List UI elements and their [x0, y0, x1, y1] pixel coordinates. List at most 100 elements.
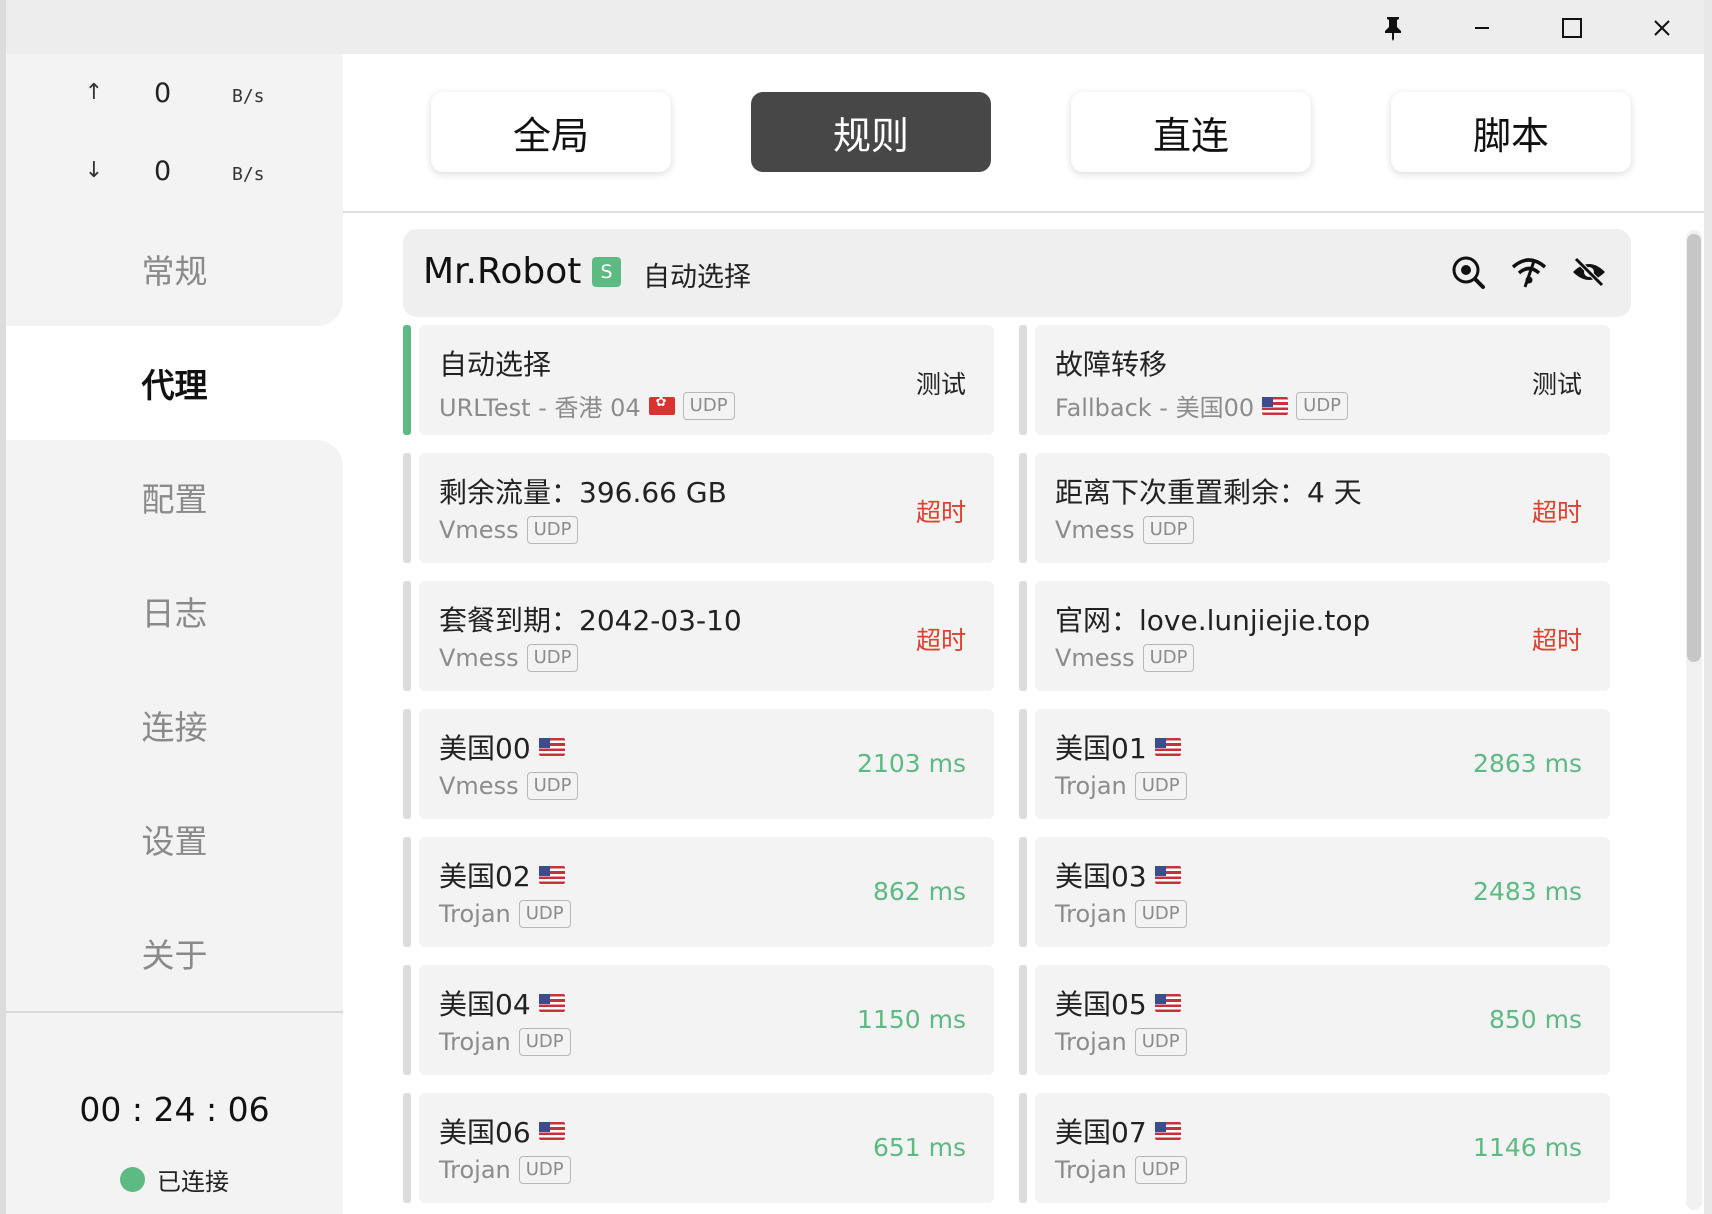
download-arrow-icon: ↓ — [84, 158, 104, 183]
close-icon[interactable] — [1640, 8, 1684, 48]
proxy-card[interactable]: 美国07 Trojan UDP 1146 ms — [1035, 1093, 1610, 1203]
sidebar-item-general[interactable]: 常规 — [6, 212, 343, 326]
group-type-badge: S — [592, 257, 621, 287]
us-flag-icon — [1154, 866, 1181, 884]
maximize-icon[interactable] — [1550, 8, 1594, 48]
proxy-card[interactable]: 官网：love.lunjiejie.top Vmess UDP 超时 — [1035, 581, 1610, 691]
sidebar: ↑ 0 B/s ↓ 0 B/s 常规 代理 配置 日志 连接 设置 关于 0 0 — [6, 54, 343, 1214]
proxy-name: 美国03 — [1055, 855, 1181, 895]
card-indicator — [1019, 453, 1027, 563]
udp-badge: UDP — [1134, 1156, 1187, 1184]
proxy-card[interactable]: 美国01 Trojan UDP 2863 ms — [1035, 709, 1610, 819]
card-indicator — [403, 837, 411, 947]
proxy-card[interactable]: 美国03 Trojan UDP 2483 ms — [1035, 837, 1610, 947]
proxy-meta: Trojan UDP — [1055, 1028, 1187, 1056]
scrollbar-thumb[interactable] — [1687, 234, 1701, 662]
proxy-meta: Trojan UDP — [439, 1028, 571, 1056]
proxy-card[interactable]: 套餐到期：2042-03-10 Vmess UDP 超时 — [419, 581, 994, 691]
sidebar-item-label: 关于 — [141, 936, 208, 975]
card-indicator — [403, 581, 411, 691]
download-unit: B/s — [232, 164, 265, 185]
group-name: Mr.Robot — [423, 251, 582, 292]
wifi-test-icon[interactable] — [1508, 251, 1550, 293]
download-value: 0 — [154, 156, 172, 187]
proxy-name: 美国07 — [1055, 1111, 1181, 1151]
app-window: ↑ 0 B/s ↓ 0 B/s 常规 代理 配置 日志 连接 设置 关于 0 0 — [6, 0, 1704, 1214]
card-indicator — [1019, 709, 1027, 819]
proxy-name-text: 官网：love.lunjiejie.top — [1055, 604, 1371, 637]
proxy-meta: Vmess UDP — [1055, 644, 1195, 672]
upload-speed: ↑ 0 B/s — [6, 74, 343, 114]
uptime-timer: 00 : 24 : 06 — [79, 1090, 270, 1129]
title-bar — [6, 0, 1704, 54]
sidebar-divider — [6, 1011, 343, 1013]
proxy-group-header[interactable]: Mr.Robot S 自动选择 — [403, 229, 1631, 317]
proxy-card[interactable]: 美国02 Trojan UDP 862 ms — [419, 837, 994, 947]
proxy-meta: Trojan UDP — [1055, 900, 1187, 928]
us-flag-icon — [1154, 1122, 1181, 1140]
proxy-type: Trojan — [1055, 1028, 1127, 1056]
test-delay-button[interactable]: 测试 — [916, 365, 966, 401]
proxy-name-text: 美国02 — [439, 860, 531, 893]
udp-badge: UDP — [1134, 900, 1187, 928]
status-dot-icon — [120, 1167, 145, 1192]
proxy-meta: Trojan UDP — [439, 1156, 571, 1184]
proxy-card[interactable]: 距离下次重置剩余：4 天 Vmess UDP 超时 — [1035, 453, 1610, 563]
mode-direct-button[interactable]: 直连 — [1071, 92, 1311, 172]
udp-badge: UDP — [526, 644, 579, 672]
sidebar-item-profiles[interactable]: 配置 — [6, 440, 343, 554]
proxy-meta: Vmess UDP — [439, 644, 579, 672]
card-indicator — [1019, 581, 1027, 691]
card-indicator — [1019, 1093, 1027, 1203]
proxy-card[interactable]: 剩余流量：396.66 GB Vmess UDP 超时 — [419, 453, 994, 563]
udp-badge: UDP — [518, 1028, 571, 1056]
selected-indicator — [403, 325, 411, 435]
proxy-card[interactable]: 美国06 Trojan UDP 651 ms — [419, 1093, 994, 1203]
proxy-meta: Trojan UDP — [439, 900, 571, 928]
proxy-delay: 1150 ms — [857, 1005, 966, 1034]
proxy-name: 美国04 — [439, 983, 565, 1023]
mode-divider — [343, 211, 1704, 213]
sidebar-item-connections[interactable]: 连接 — [6, 668, 343, 782]
us-flag-icon — [1154, 994, 1181, 1012]
proxy-card[interactable]: 美国00 Vmess UDP 2103 ms — [419, 709, 994, 819]
udp-badge: UDP — [1142, 644, 1195, 672]
minimize-icon[interactable] — [1460, 8, 1504, 48]
proxy-card[interactable]: 美国05 Trojan UDP 850 ms — [1035, 965, 1610, 1075]
mode-switcher: 全局 规则 直连 脚本 — [343, 54, 1704, 212]
udp-badge: UDP — [1142, 516, 1195, 544]
proxy-card[interactable]: 美国04 Trojan UDP 1150 ms — [419, 965, 994, 1075]
sidebar-item-label: 代理 — [141, 366, 208, 405]
test-delay-button[interactable]: 测试 — [1532, 365, 1582, 401]
proxy-type: Trojan — [439, 1028, 511, 1056]
sidebar-item-logs[interactable]: 日志 — [6, 554, 343, 668]
proxy-meta: Vmess UDP — [439, 516, 579, 544]
us-flag-icon — [538, 866, 565, 884]
mode-rule-button[interactable]: 规则 — [751, 92, 991, 172]
search-delay-icon[interactable] — [1448, 251, 1490, 293]
eye-off-icon[interactable] — [1568, 251, 1610, 293]
proxy-meta: Vmess UDP — [1055, 516, 1195, 544]
proxy-card[interactable]: 故障转移 Fallback - 美国00 UDP 测试 — [1035, 325, 1610, 435]
proxy-name-text: 美国00 — [439, 732, 531, 765]
sidebar-item-proxies[interactable]: 代理 — [6, 326, 343, 440]
proxy-meta: Trojan UDP — [1055, 772, 1187, 800]
pin-icon[interactable] — [1371, 8, 1415, 48]
sidebar-item-settings[interactable]: 设置 — [6, 782, 343, 896]
sidebar-item-label: 连接 — [141, 708, 208, 747]
connection-status: 已连接 — [6, 1162, 343, 1197]
proxy-meta: URLTest - 香港 04 UDP — [439, 388, 735, 423]
mode-global-button[interactable]: 全局 — [431, 92, 671, 172]
proxy-name-text: 美国07 — [1055, 1116, 1147, 1149]
mode-script-button[interactable]: 脚本 — [1391, 92, 1631, 172]
proxy-type: Fallback - 美国00 — [1055, 394, 1255, 422]
proxy-delay: 超时 — [1531, 626, 1582, 655]
proxy-delay: 850 ms — [1488, 1005, 1582, 1034]
proxy-card[interactable]: 自动选择 URLTest - 香港 04 UDP 测试 — [419, 325, 994, 435]
proxy-type: Vmess — [439, 644, 519, 672]
proxy-name: 美国05 — [1055, 983, 1181, 1023]
proxy-type: Vmess — [1055, 516, 1135, 544]
proxy-name-text: 距离下次重置剩余：4 天 — [1055, 476, 1362, 509]
sidebar-item-about[interactable]: 关于 — [6, 896, 343, 1010]
upload-unit: B/s — [232, 86, 265, 107]
